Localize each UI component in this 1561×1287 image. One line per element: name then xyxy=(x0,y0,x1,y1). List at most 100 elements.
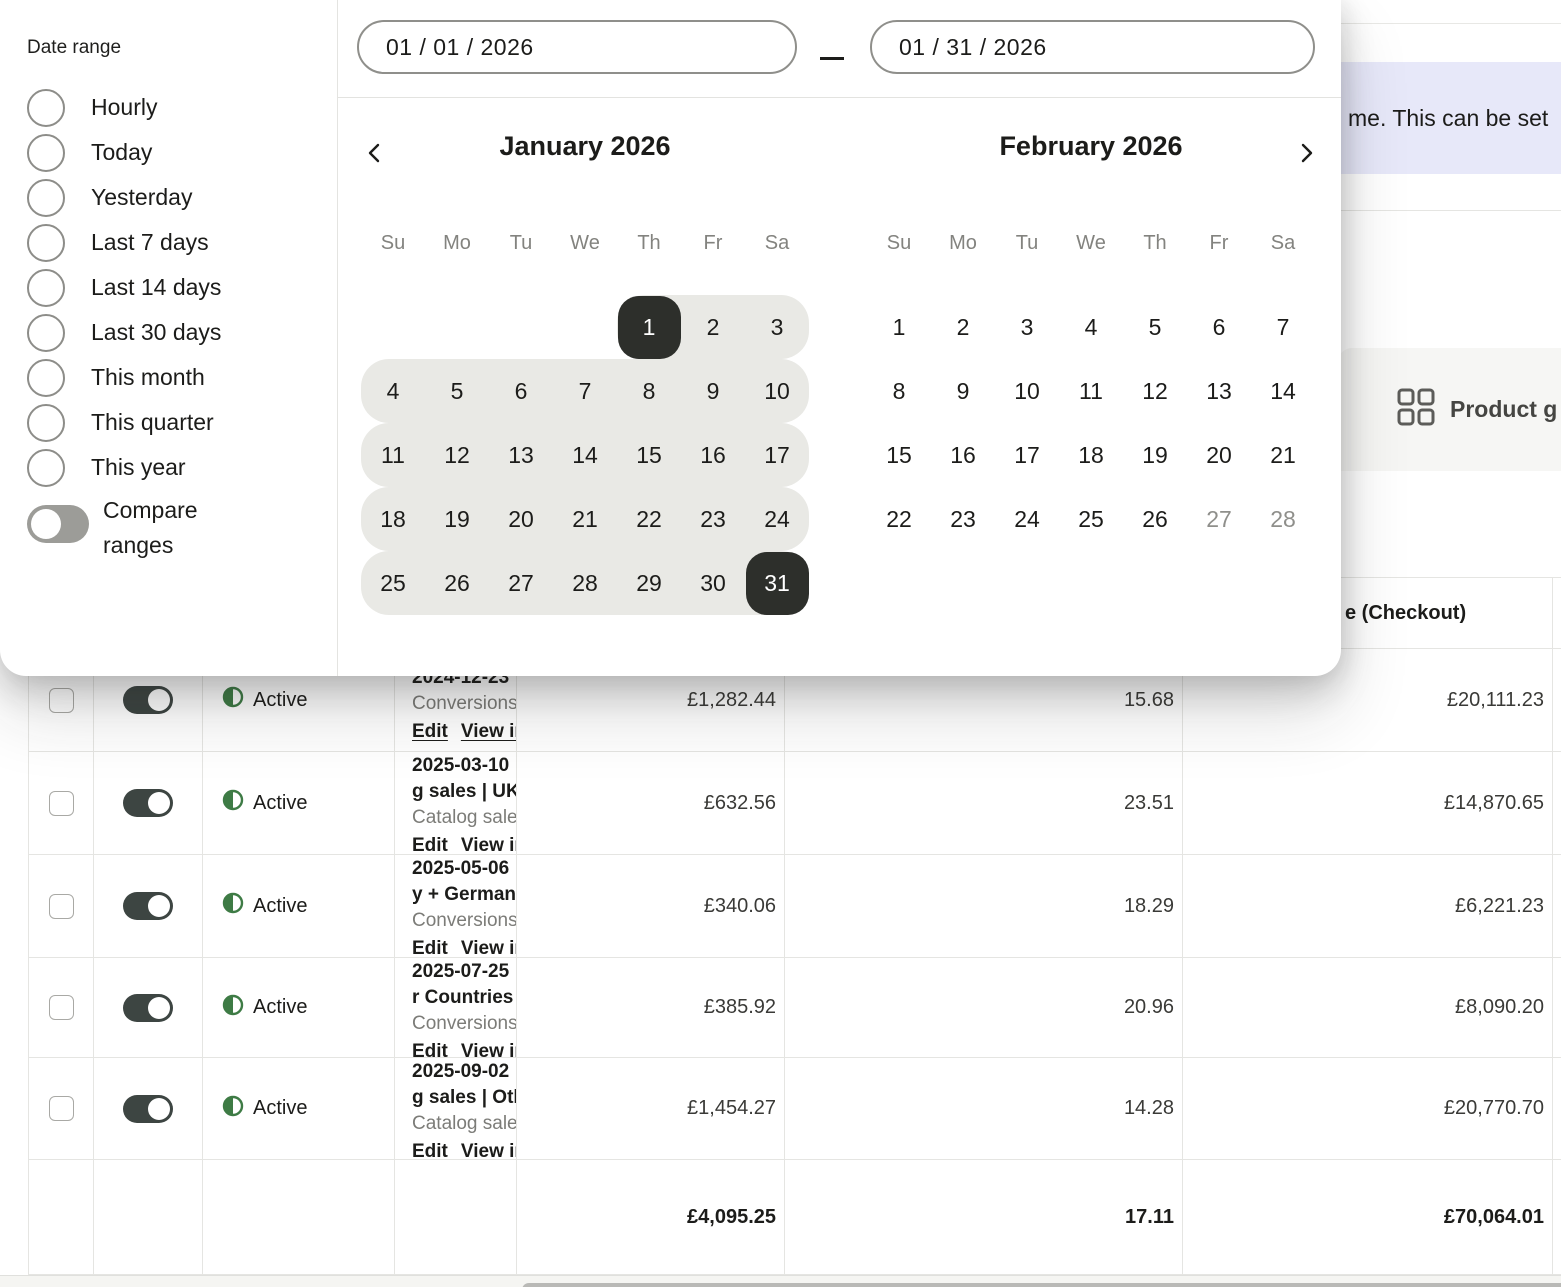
calendar-day[interactable]: 3 xyxy=(745,295,809,359)
edit-link[interactable]: Edit xyxy=(412,1041,448,1057)
calendar-day[interactable]: 27 xyxy=(1187,487,1251,551)
date-range-option-last-14-days[interactable]: Last 14 days xyxy=(27,265,221,310)
calendar-day[interactable]: 2 xyxy=(681,295,745,359)
row-toggle[interactable] xyxy=(123,686,173,714)
tab-product-groups[interactable]: Product g xyxy=(1396,348,1557,471)
view-link[interactable]: View in xyxy=(461,721,516,743)
radio-button[interactable] xyxy=(27,313,65,352)
calendar-day[interactable]: 16 xyxy=(931,423,995,487)
calendar-day[interactable]: 30 xyxy=(681,551,745,615)
calendar-day[interactable]: 16 xyxy=(681,423,745,487)
calendar-day[interactable]: 13 xyxy=(489,423,553,487)
calendar-day[interactable]: 9 xyxy=(931,359,995,423)
calendar-day[interactable]: 19 xyxy=(1123,423,1187,487)
view-link[interactable]: View in xyxy=(461,835,516,854)
calendar-day[interactable]: 13 xyxy=(1187,359,1251,423)
radio-button[interactable] xyxy=(27,133,65,172)
calendar-day[interactable]: 15 xyxy=(617,423,681,487)
row-checkbox[interactable] xyxy=(48,790,74,816)
row-checkbox[interactable] xyxy=(48,687,74,713)
calendar-day[interactable]: 1 xyxy=(617,295,681,359)
calendar-day[interactable]: 18 xyxy=(1059,423,1123,487)
date-range-option-this-quarter[interactable]: This quarter xyxy=(27,400,221,445)
calendar-day[interactable]: 14 xyxy=(1251,359,1315,423)
row-toggle[interactable] xyxy=(123,1094,173,1123)
calendar-day[interactable]: 15 xyxy=(867,423,931,487)
compare-ranges-toggle[interactable] xyxy=(27,505,89,543)
calendar-day[interactable]: 3 xyxy=(995,295,1059,359)
calendar-day[interactable]: 24 xyxy=(995,487,1059,551)
calendar-day[interactable]: 27 xyxy=(489,551,553,615)
calendar-day[interactable]: 23 xyxy=(681,487,745,551)
calendar-day[interactable]: 25 xyxy=(361,551,425,615)
calendar-day[interactable]: 11 xyxy=(361,423,425,487)
horizontal-scrollbar-thumb[interactable] xyxy=(522,1283,1561,1287)
calendar-day[interactable]: 14 xyxy=(553,423,617,487)
calendar-day[interactable]: 21 xyxy=(553,487,617,551)
radio-button[interactable] xyxy=(27,88,65,127)
view-link[interactable]: View in xyxy=(461,938,516,957)
date-range-option-yesterday[interactable]: Yesterday xyxy=(27,175,221,220)
view-link[interactable]: View in xyxy=(461,1141,516,1159)
calendar-day[interactable]: 12 xyxy=(425,423,489,487)
date-range-option-this-month[interactable]: This month xyxy=(27,355,221,400)
edit-link[interactable]: Edit xyxy=(412,1141,448,1159)
calendar-day[interactable]: 7 xyxy=(553,359,617,423)
calendar-day[interactable]: 23 xyxy=(931,487,995,551)
calendar-day[interactable]: 5 xyxy=(425,359,489,423)
calendar-day[interactable]: 26 xyxy=(425,551,489,615)
calendar-day[interactable]: 11 xyxy=(1059,359,1123,423)
calendar-day[interactable]: 19 xyxy=(425,487,489,551)
date-range-option-hourly[interactable]: Hourly xyxy=(27,85,221,130)
calendar-day[interactable]: 4 xyxy=(1059,295,1123,359)
calendar-day[interactable]: 18 xyxy=(361,487,425,551)
calendar-day[interactable]: 10 xyxy=(995,359,1059,423)
radio-button[interactable] xyxy=(27,403,65,442)
date-range-option-this-year[interactable]: This year xyxy=(27,445,221,490)
calendar-day[interactable]: 9 xyxy=(681,359,745,423)
view-link[interactable]: View in xyxy=(461,1041,516,1057)
calendar-day[interactable]: 20 xyxy=(1187,423,1251,487)
row-checkbox[interactable] xyxy=(48,893,74,919)
calendar-day[interactable]: 17 xyxy=(745,423,809,487)
edit-link[interactable]: Edit xyxy=(412,938,448,957)
calendar-day[interactable]: 7 xyxy=(1251,295,1315,359)
row-checkbox[interactable] xyxy=(48,1096,74,1121)
calendar-day[interactable]: 8 xyxy=(867,359,931,423)
calendar-day[interactable]: 6 xyxy=(1187,295,1251,359)
date-range-option-last-30-days[interactable]: Last 30 days xyxy=(27,310,221,355)
calendar-day[interactable]: 20 xyxy=(489,487,553,551)
row-toggle[interactable] xyxy=(123,993,173,1022)
row-toggle[interactable] xyxy=(123,789,173,817)
calendar-day[interactable]: 17 xyxy=(995,423,1059,487)
calendar-day[interactable]: 1 xyxy=(867,295,931,359)
calendar-day[interactable]: 21 xyxy=(1251,423,1315,487)
calendar-day[interactable]: 24 xyxy=(745,487,809,551)
calendar-day[interactable]: 28 xyxy=(553,551,617,615)
edit-link[interactable]: Edit xyxy=(412,721,448,743)
calendar-day[interactable]: 12 xyxy=(1123,359,1187,423)
calendar-day[interactable]: 4 xyxy=(361,359,425,423)
start-date-input[interactable]: 01 / 01 / 2026 xyxy=(357,20,797,74)
calendar-day[interactable]: 10 xyxy=(745,359,809,423)
date-range-option-today[interactable]: Today xyxy=(27,130,221,175)
calendar-day[interactable]: 2 xyxy=(931,295,995,359)
calendar-day[interactable]: 28 xyxy=(1251,487,1315,551)
calendar-day[interactable]: 26 xyxy=(1123,487,1187,551)
calendar-day[interactable]: 22 xyxy=(867,487,931,551)
edit-link[interactable]: Edit xyxy=(412,835,448,854)
date-range-option-last-7-days[interactable]: Last 7 days xyxy=(27,220,221,265)
calendar-day[interactable]: 25 xyxy=(1059,487,1123,551)
calendar-day[interactable]: 5 xyxy=(1123,295,1187,359)
radio-button[interactable] xyxy=(27,358,65,397)
calendar-day[interactable]: 31 xyxy=(745,551,809,615)
radio-button[interactable] xyxy=(27,268,65,307)
calendar-day[interactable]: 29 xyxy=(617,551,681,615)
row-toggle[interactable] xyxy=(123,892,173,920)
radio-button[interactable] xyxy=(27,223,65,262)
row-checkbox[interactable] xyxy=(48,995,74,1020)
end-date-input[interactable]: 01 / 31 / 2026 xyxy=(870,20,1315,74)
calendar-day[interactable]: 22 xyxy=(617,487,681,551)
calendar-day[interactable]: 6 xyxy=(489,359,553,423)
calendar-day[interactable]: 8 xyxy=(617,359,681,423)
